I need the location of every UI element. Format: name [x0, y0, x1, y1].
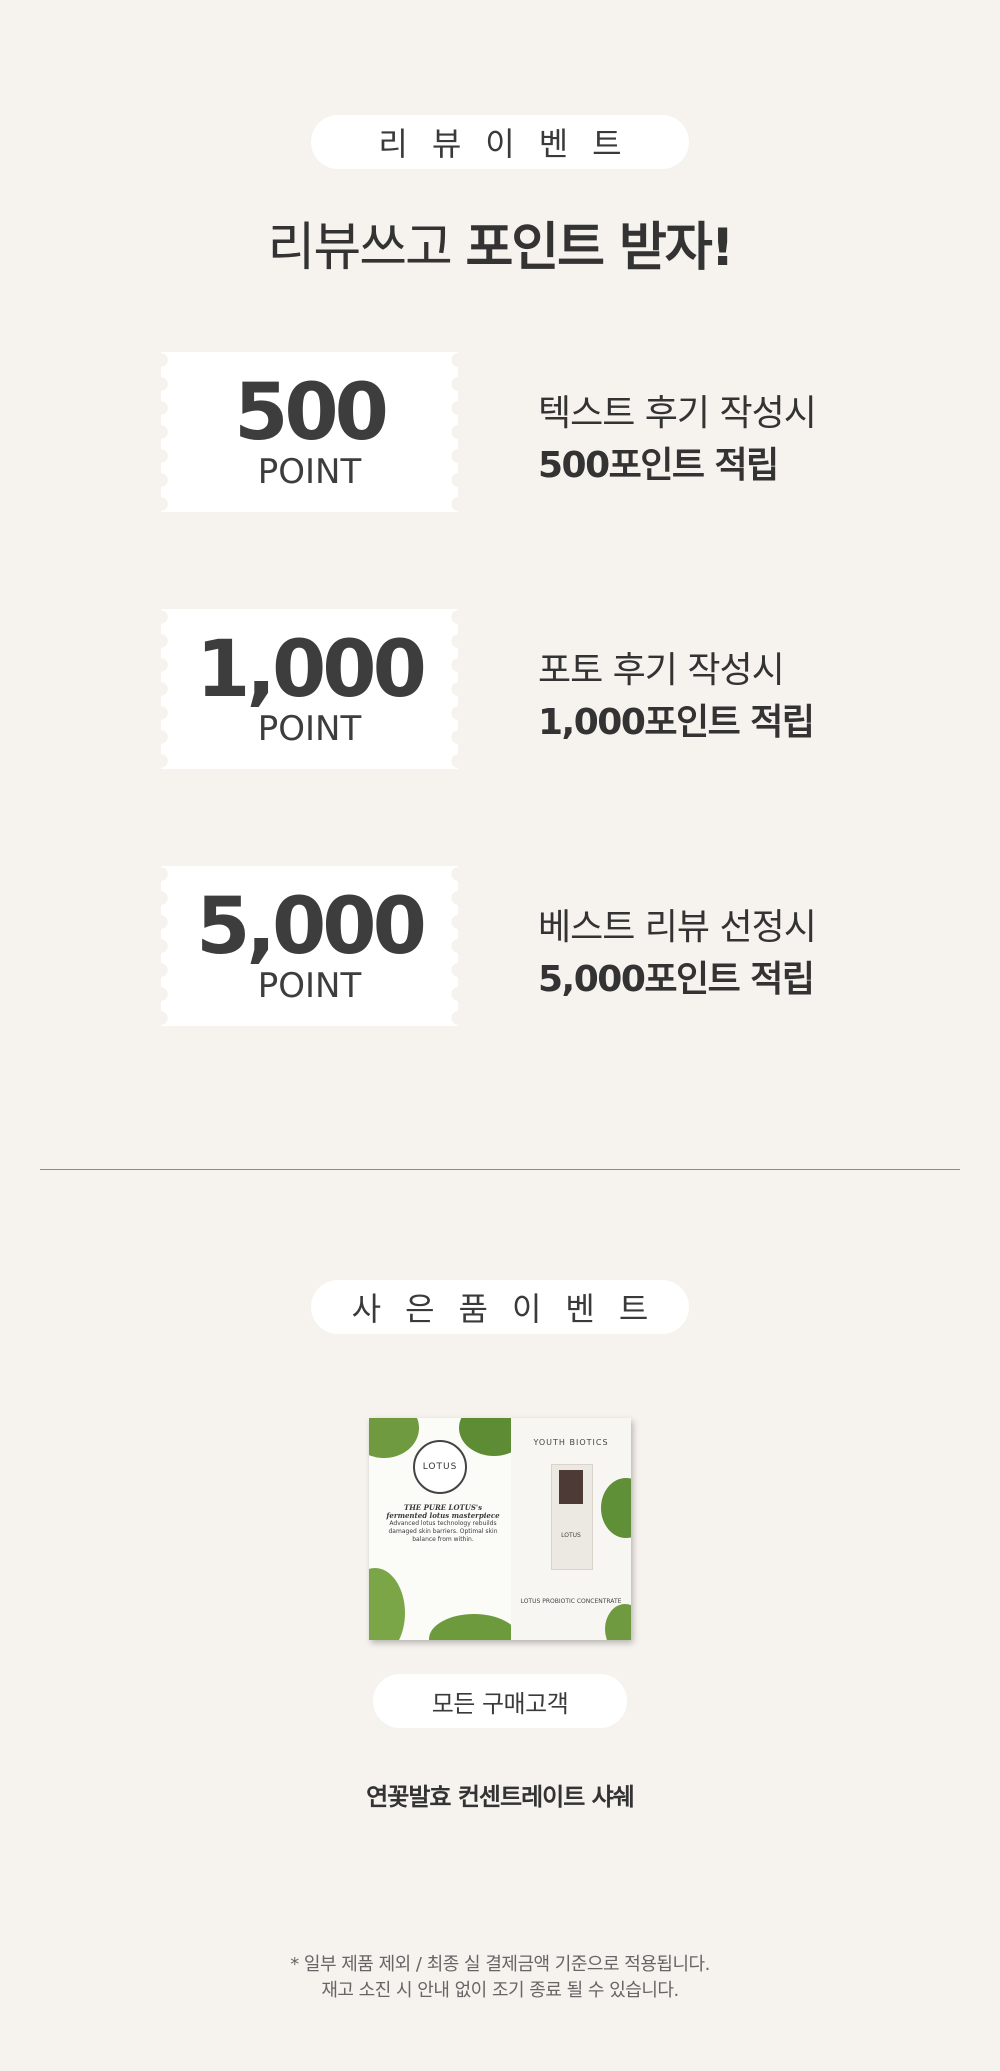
review-event-pill: 리뷰이벤트 [311, 115, 689, 169]
bottle-label: LOTUS [561, 1532, 581, 1539]
reward-condition: 포토 후기 작성시 [538, 650, 785, 691]
reward-amount-text: 5,000포인트 적립 [538, 959, 815, 1000]
ticket-unit: POINT [257, 709, 362, 749]
headline-light: 리뷰쓰고 [267, 218, 453, 278]
headline-bold: 포인트 받자! [465, 218, 734, 278]
ticket-amount: 1,000 [196, 625, 427, 715]
lotus-leaf-icon [605, 1604, 631, 1640]
section-divider [40, 1169, 960, 1170]
reward-amount-text: 500포인트 적립 [538, 445, 779, 486]
point-ticket: 1,000 POINT [161, 609, 458, 769]
reward-condition: 텍스트 후기 작성시 [538, 393, 817, 434]
gift-target-pill: 모든 구매고객 [373, 1674, 627, 1728]
gift-product-name: 연꽃발효 컨센트레이트 샤쉐 [366, 1783, 635, 1811]
ticket-amount: 500 [234, 368, 389, 458]
gift-image-right-panel: YOUTH BIOTICS LOTUS LOTUS PROBIOTIC CONC… [511, 1418, 631, 1640]
lotus-leaf-icon [369, 1418, 419, 1458]
reward-row-text: 500 POINT 텍스트 후기 작성시 500포인트 적립 [0, 352, 1000, 512]
reward-row-best: 5,000 POINT 베스트 리뷰 선정시 5,000포인트 적립 [0, 866, 1000, 1026]
gift-event-pill: 사은품이벤트 [311, 1280, 689, 1334]
reward-row-photo: 1,000 POINT 포토 후기 작성시 1,000포인트 적립 [0, 609, 1000, 769]
ticket-unit: POINT [257, 452, 362, 492]
lotus-leaf-icon [601, 1478, 631, 1538]
gift-product-image: LOTUS THE PURE LOTUS's fermented lotus m… [369, 1418, 631, 1640]
reward-amount-text: 1,000포인트 적립 [538, 702, 815, 743]
reward-condition: 베스트 리뷰 선정시 [538, 907, 817, 948]
notice-line: 재고 소진 시 안내 없이 조기 종료 될 수 있습니다. [321, 1980, 679, 2001]
ticket-amount: 5,000 [196, 882, 427, 972]
bottle-cap-icon [559, 1470, 583, 1504]
point-ticket: 5,000 POINT [161, 866, 458, 1026]
gift-image-copy: THE PURE LOTUS's fermented lotus masterp… [386, 1503, 500, 1544]
gift-image-product-caption: LOTUS PROBIOTIC CONCENTRATE [520, 1598, 622, 1605]
gift-image-left-panel: LOTUS THE PURE LOTUS's fermented lotus m… [369, 1418, 531, 1640]
review-headline: 리뷰쓰고 포인트 받자! [0, 205, 1000, 280]
lotus-leaf-icon [369, 1568, 405, 1640]
lotus-leaf-icon [429, 1614, 519, 1640]
gift-image-brand: YOUTH BIOTICS [533, 1438, 609, 1447]
point-ticket: 500 POINT [161, 352, 458, 512]
lotus-logo: LOTUS [413, 1440, 467, 1494]
notice-line: * 일부 제품 제외 / 최종 실 결제금액 기준으로 적용됩니다. [290, 1954, 710, 1975]
ticket-unit: POINT [257, 966, 362, 1006]
